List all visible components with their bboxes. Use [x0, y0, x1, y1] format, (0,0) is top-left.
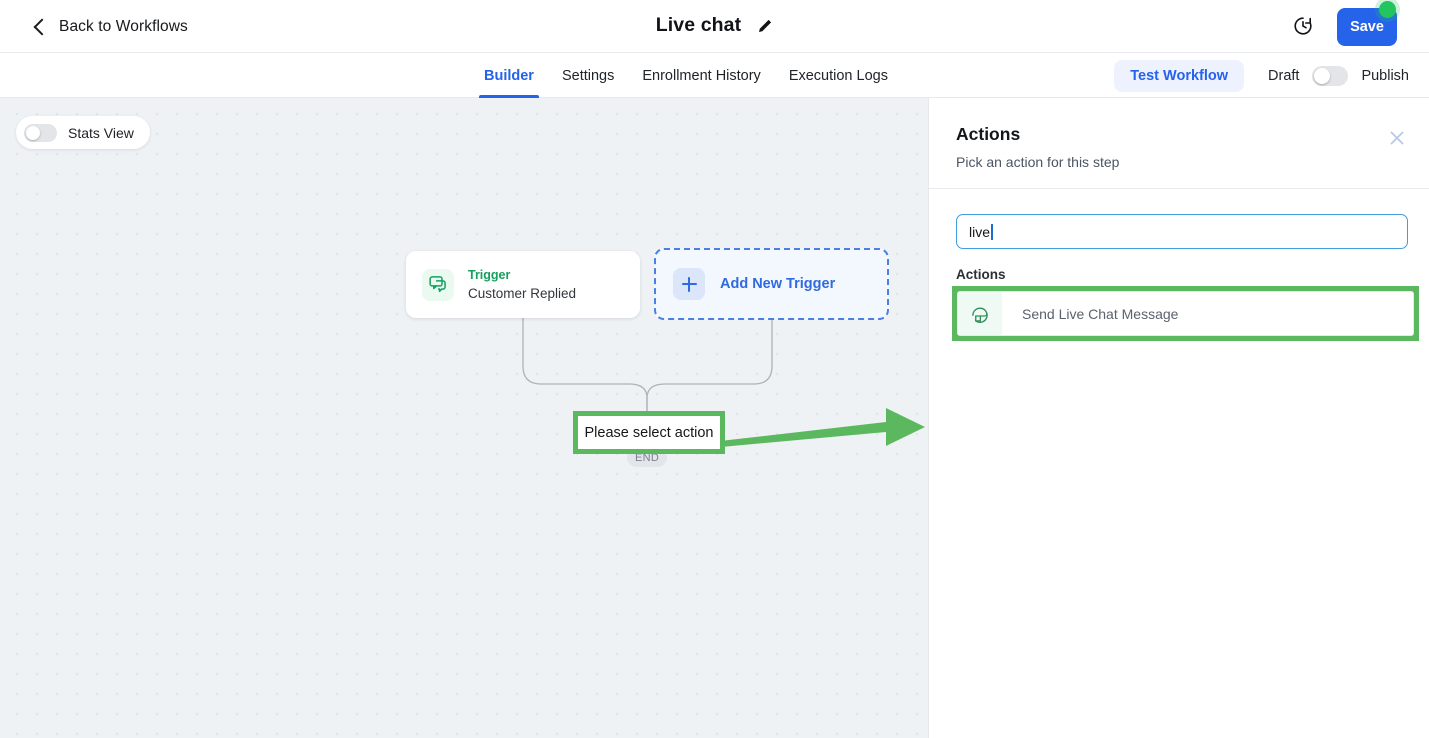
- tab-execution-logs[interactable]: Execution Logs: [775, 53, 902, 98]
- back-to-workflows-button[interactable]: Back to Workflows: [32, 0, 188, 53]
- action-search-input[interactable]: live: [956, 214, 1408, 249]
- select-action-node[interactable]: Please select action: [578, 416, 720, 449]
- chat-bubbles-icon: [422, 268, 454, 301]
- panel-divider: [929, 188, 1429, 189]
- actions-section-label: Actions: [956, 267, 1006, 282]
- back-to-workflows-label: Back to Workflows: [59, 17, 188, 35]
- add-new-trigger-label: Add New Trigger: [720, 276, 836, 292]
- tab-builder[interactable]: Builder: [470, 53, 548, 98]
- tab-enrollment-history[interactable]: Enrollment History: [628, 53, 774, 98]
- trigger-name-label: Customer Replied: [468, 285, 577, 301]
- action-item-label: Send Live Chat Message: [1022, 305, 1179, 322]
- trigger-node-text: Trigger Customer Replied: [468, 266, 576, 304]
- pencil-icon[interactable]: [757, 18, 773, 34]
- select-action-highlight: Please select action: [573, 411, 725, 454]
- annotation-arrow-icon: [720, 408, 925, 447]
- action-item-send-live-chat-message[interactable]: Send Live Chat Message: [957, 291, 1414, 336]
- live-chat-icon: [958, 292, 1002, 335]
- action-result-highlight: Send Live Chat Message: [952, 286, 1419, 341]
- test-workflow-button[interactable]: Test Workflow: [1114, 59, 1245, 92]
- workflow-state-controls: Test Workflow Draft Publish: [1114, 53, 1409, 98]
- workflow-title-group: Live chat: [0, 0, 1429, 51]
- actions-panel-title: Actions: [956, 124, 1021, 144]
- plus-icon: [673, 268, 705, 300]
- page-title: Live chat: [655, 14, 742, 36]
- version-history-icon[interactable]: [1291, 14, 1315, 38]
- top-bar: Back to Workflows Live chat Save: [0, 0, 1429, 53]
- cursor-indicator: [1379, 1, 1396, 18]
- trigger-node[interactable]: Trigger Customer Replied: [406, 251, 640, 318]
- text-cursor: [991, 223, 993, 240]
- workflow-canvas[interactable]: Stats View Trigger Customer Replied Add …: [0, 98, 928, 738]
- action-search-value: live: [969, 223, 991, 240]
- draft-label: Draft: [1268, 67, 1300, 84]
- close-icon[interactable]: [1387, 128, 1407, 148]
- tab-settings[interactable]: Settings: [548, 53, 628, 98]
- select-action-label: Please select action: [584, 424, 714, 441]
- add-new-trigger-button[interactable]: Add New Trigger: [654, 248, 889, 320]
- actions-panel: Actions Pick an action for this step liv…: [928, 98, 1429, 738]
- chevron-left-icon: [32, 20, 46, 34]
- publish-toggle[interactable]: [1312, 65, 1349, 86]
- publish-label: Publish: [1361, 67, 1409, 84]
- tab-list: Builder Settings Enrollment History Exec…: [470, 53, 902, 98]
- trigger-kind-label: Trigger: [468, 267, 511, 282]
- actions-panel-subtitle: Pick an action for this step: [956, 154, 1120, 170]
- tab-bar: Builder Settings Enrollment History Exec…: [0, 53, 1429, 98]
